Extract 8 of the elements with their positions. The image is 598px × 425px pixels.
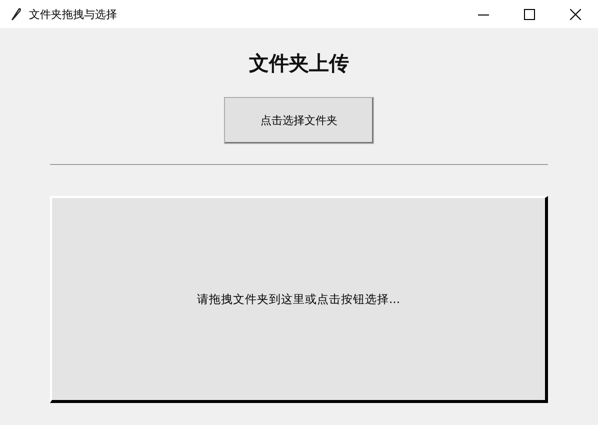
maximize-icon[interactable] <box>524 8 534 20</box>
select-folder-button[interactable]: 点击选择文件夹 <box>224 97 374 144</box>
window-title: 文件夹拖拽与选择 <box>29 6 118 22</box>
heading: 文件夹上传 <box>249 50 349 77</box>
drop-hint: 请拖拽文件夹到这里或点击按钮选择... <box>197 292 400 306</box>
close-icon[interactable] <box>570 8 580 20</box>
drop-area[interactable]: 请拖拽文件夹到这里或点击按钮选择... <box>50 196 548 403</box>
feather-icon <box>9 7 23 21</box>
